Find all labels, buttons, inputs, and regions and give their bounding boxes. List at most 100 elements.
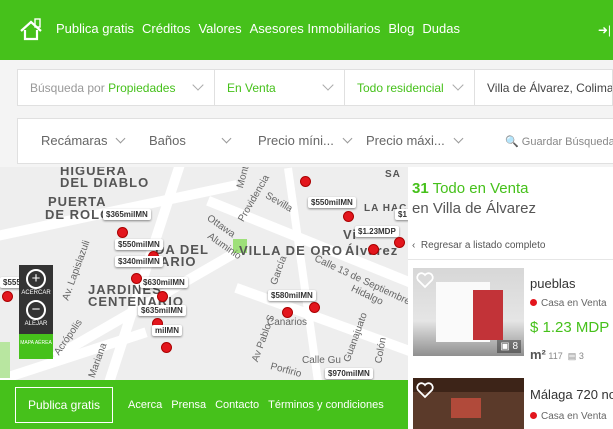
- price-tag[interactable]: $1.23MDP: [355, 226, 399, 237]
- listing-title[interactable]: pueblas: [530, 276, 576, 291]
- results-number: 31: [412, 180, 429, 197]
- map-label: SA: [385, 169, 401, 180]
- back-label: Regresar a listado completo: [420, 240, 546, 251]
- price-tag[interactable]: $340milMN: [115, 256, 163, 267]
- listing-area: 117: [548, 351, 563, 361]
- map-pin[interactable]: [157, 291, 168, 302]
- location-value: Villa de Álvarez, Colima: [487, 80, 613, 95]
- price-tag[interactable]: $550milMN: [115, 239, 163, 250]
- map-label: Porfirio: [269, 361, 303, 380]
- heart-icon[interactable]: [415, 380, 435, 400]
- price-tag[interactable]: $550milMN: [308, 197, 356, 208]
- price-tag[interactable]: $970milMN: [325, 368, 373, 379]
- login-icon[interactable]: ➜|: [598, 23, 611, 37]
- back-to-list-link[interactable]: ‹ Regresar a listado completo: [412, 240, 545, 251]
- chevron-down-icon: [453, 133, 464, 144]
- map-pin[interactable]: [309, 302, 320, 313]
- map-label: VILLA DE ORO: [239, 243, 343, 258]
- map-pin[interactable]: [2, 291, 13, 302]
- map-pin[interactable]: [282, 307, 293, 318]
- bathrooms-label: Baños: [149, 133, 186, 148]
- map-pin[interactable]: [368, 244, 379, 255]
- footer-link-terminos[interactable]: Términos y condiciones: [268, 399, 384, 411]
- park-area: [0, 342, 10, 378]
- bathrooms-filter[interactable]: Baños: [149, 133, 186, 148]
- chevron-down-icon: [192, 79, 204, 91]
- property-prefix: Búsqueda por: [30, 80, 105, 95]
- map-view[interactable]: HIGUERA DEL DIABLO PUERTA DE ROLON VILLA…: [0, 167, 408, 380]
- listing-type: Casa en Venta: [530, 411, 607, 422]
- price-tag[interactable]: milMN: [152, 325, 182, 336]
- listing-title[interactable]: Málaga 720 no: [530, 387, 613, 402]
- search-icon: 🔍: [505, 136, 519, 148]
- results-panel: 31 Todo en Venta en Villa de Álvarez ‹ R…: [408, 167, 613, 429]
- nav-creditos[interactable]: Créditos: [142, 21, 190, 36]
- map-pin[interactable]: [394, 237, 405, 248]
- price-tag[interactable]: $365milMN: [103, 209, 151, 220]
- footer-link-prensa[interactable]: Prensa: [171, 399, 206, 411]
- zoom-out-label: ALEJAR: [24, 321, 48, 327]
- price-max-label: Precio máxi...: [366, 133, 445, 148]
- listing-type-label: Casa en Venta: [541, 298, 607, 309]
- heart-icon[interactable]: [415, 270, 435, 290]
- filters-container: Recámaras Baños Precio míni... Precio má…: [17, 118, 613, 164]
- filter-bar: Recámaras Baños Precio míni... Precio má…: [0, 115, 613, 167]
- bedrooms-label: Recámaras: [41, 133, 108, 148]
- house-accent: [473, 290, 503, 340]
- divider: [408, 259, 613, 260]
- map-pin[interactable]: [117, 227, 128, 238]
- listing-beds: 3: [578, 351, 584, 361]
- listing-photo[interactable]: ▣ 8: [413, 268, 524, 356]
- map-type-toggle[interactable]: MAPA AÉREA: [19, 334, 53, 359]
- main-nav: Publica gratis Créditos Valores Asesores…: [56, 21, 460, 36]
- zoom-in-icon[interactable]: +: [26, 269, 46, 289]
- nav-dudas[interactable]: Dudas: [422, 21, 460, 36]
- chevron-down-icon: [342, 133, 353, 144]
- map-pin[interactable]: [131, 273, 142, 284]
- map-pin[interactable]: [161, 342, 172, 353]
- chevron-down-icon: [116, 133, 126, 144]
- nav-blog[interactable]: Blog: [388, 21, 414, 36]
- price-tag[interactable]: $580milMN: [268, 290, 316, 301]
- camera-icon: ▣: [500, 341, 510, 352]
- bedrooms-filter[interactable]: Recámaras: [41, 133, 126, 148]
- home-icon[interactable]: [18, 18, 44, 44]
- nav-asesores[interactable]: Asesores Inmobiliarios: [250, 21, 381, 36]
- chevron-down-icon[interactable]: [221, 133, 232, 148]
- listing-meta: m² 117 ▤ 3: [530, 347, 584, 362]
- category-select[interactable]: Todo residencial: [344, 69, 475, 106]
- price-max-filter[interactable]: Precio máxi...: [366, 133, 464, 148]
- operation-select[interactable]: En Venta: [214, 69, 345, 106]
- listing-type-label: Casa en Venta: [541, 411, 607, 422]
- nav-valores[interactable]: Valores: [198, 21, 241, 36]
- chevron-down-icon: [322, 79, 334, 91]
- price-min-filter[interactable]: Precio míni...: [258, 133, 353, 148]
- results-count-label: Todo en Venta: [428, 180, 529, 197]
- nav-publica-gratis[interactable]: Publica gratis: [56, 21, 134, 36]
- footer-link-acerca[interactable]: Acerca: [128, 399, 162, 411]
- listing-price: $ 1.23 MDP: [530, 319, 610, 336]
- map-label: García: [268, 254, 290, 287]
- location-input[interactable]: Villa de Álvarez, Colima: [474, 69, 613, 106]
- price-tag[interactable]: $630milMN: [140, 277, 188, 288]
- price-tag[interactable]: $1: [395, 209, 408, 220]
- publish-free-button[interactable]: Publica gratis: [15, 387, 113, 423]
- map-label: DEL DIABLO: [60, 175, 150, 190]
- status-dot: [530, 299, 537, 306]
- price-tag[interactable]: $635milMN: [138, 305, 186, 316]
- bed-icon: ▤: [567, 351, 577, 361]
- save-search-button[interactable]: 🔍 Guardar Búsqueda: [505, 135, 613, 148]
- map-pin[interactable]: [343, 211, 354, 222]
- price-min-label: Precio míni...: [258, 133, 334, 148]
- map-label: Calle Gu: [302, 355, 341, 366]
- listing-type: Casa en Venta: [530, 298, 607, 309]
- top-nav: Publica gratis Créditos Valores Asesores…: [0, 0, 613, 60]
- area-icon: m²: [530, 347, 546, 362]
- map-pin[interactable]: [300, 176, 311, 187]
- status-dot: [530, 412, 537, 419]
- listing-photo[interactable]: [413, 378, 524, 429]
- zoom-out-icon[interactable]: −: [26, 300, 46, 320]
- footer-link-contacto[interactable]: Contacto: [215, 399, 259, 411]
- property-type-select[interactable]: Búsqueda por Propiedades: [17, 69, 215, 106]
- photo-count-value: 8: [512, 341, 518, 352]
